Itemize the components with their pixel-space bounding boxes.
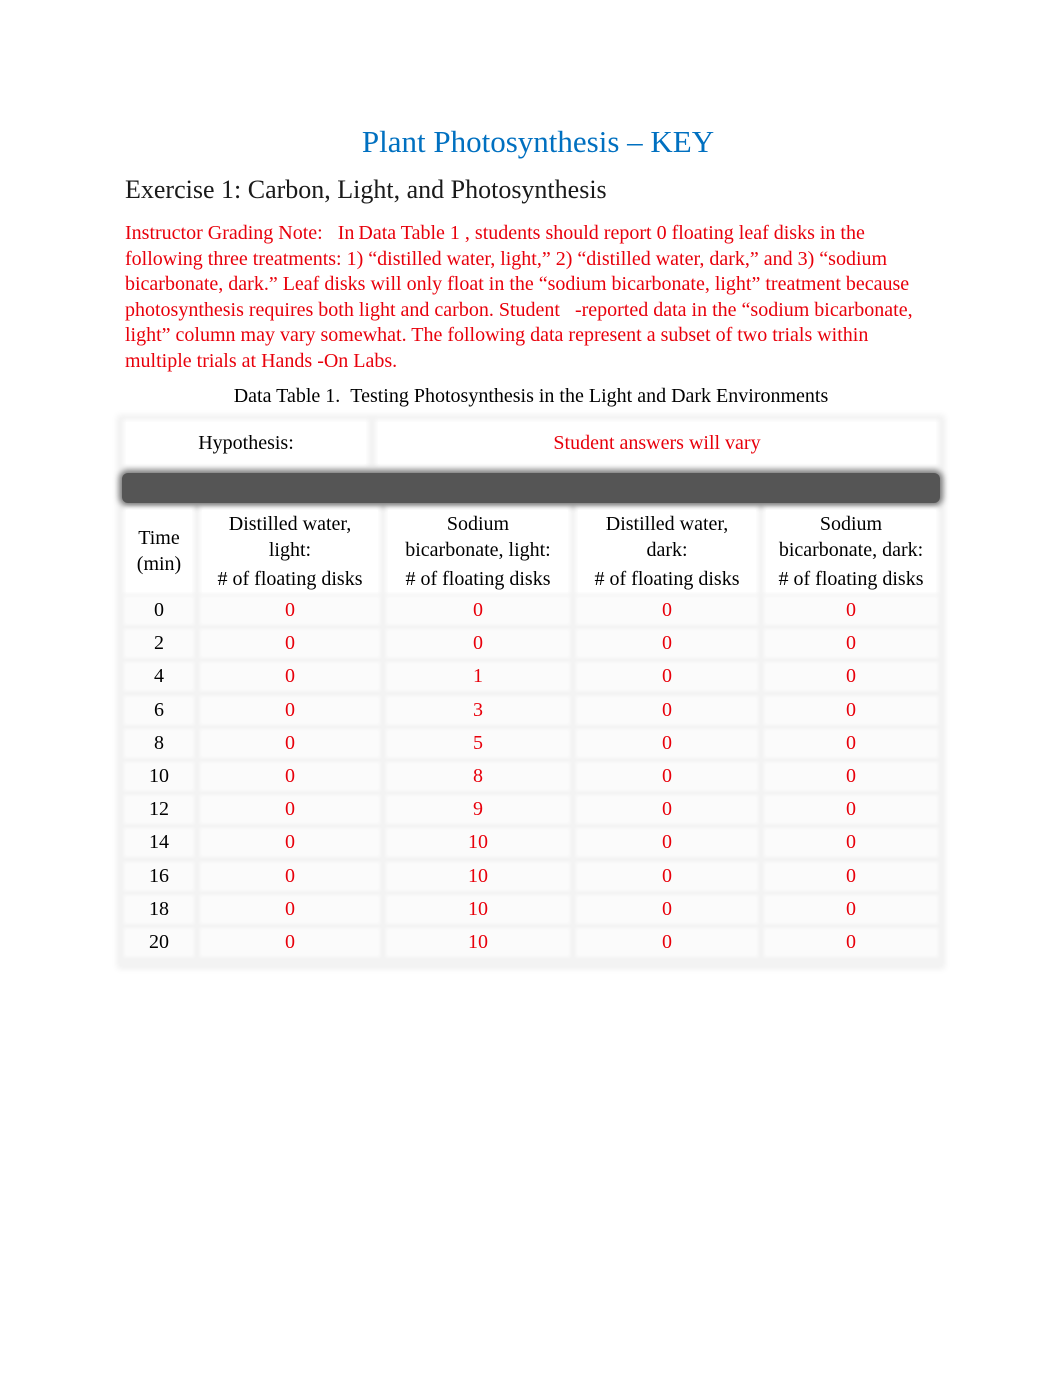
cell-distilled-light: 0 [202, 631, 378, 657]
cell-distilled-light: 0 [202, 730, 378, 756]
header-line: Distilled water, [228, 512, 352, 535]
header-line: # of floating disks [778, 567, 924, 590]
header-bicarbonate-light: Sodium bicarbonate, light: # of floating… [388, 510, 568, 592]
cell-distilled-dark: 0 [578, 830, 756, 856]
data-table-1: Hypothesis: Student answers will vary Ti… [120, 418, 942, 966]
hypothesis-label: Hypothesis: [126, 422, 366, 464]
table-row: 00000 [120, 594, 942, 627]
header-line: bicarbonate, light: [405, 538, 551, 561]
cell-time: 20 [126, 929, 192, 955]
table-row: 80500 [120, 727, 942, 760]
header-time: Time (min) [126, 510, 192, 592]
cell-distilled-light: 0 [202, 664, 378, 690]
exercise-heading: Exercise 1: Carbon, Light, and Photosynt… [125, 175, 607, 204]
cell-bicarbonate-dark: 0 [766, 797, 936, 823]
cell-distilled-dark: 0 [578, 697, 756, 723]
cell-distilled-light: 0 [202, 763, 378, 789]
cell-distilled-dark: 0 [578, 929, 756, 955]
cell-bicarbonate-dark: 0 [766, 896, 936, 922]
cell-time: 4 [126, 664, 192, 690]
cell-bicarbonate-light: 10 [388, 929, 568, 955]
cell-time: 6 [126, 697, 192, 723]
table-row: 60300 [120, 694, 942, 727]
cell-bicarbonate-dark: 0 [766, 598, 936, 623]
cell-bicarbonate-dark: 0 [766, 631, 936, 657]
cell-distilled-light: 0 [202, 896, 378, 922]
cell-bicarbonate-dark: 0 [766, 730, 936, 756]
header-bicarbonate-dark: Sodium bicarbonate, dark: # of floating … [766, 510, 936, 592]
header-line: # of floating disks [217, 567, 363, 590]
cell-distilled-light: 0 [202, 697, 378, 723]
cell-time: 12 [126, 797, 192, 823]
cell-bicarbonate-light: 0 [388, 631, 568, 657]
header-line: Distilled water, [605, 512, 729, 535]
cell-distilled-light: 0 [202, 863, 378, 889]
cell-time: 10 [126, 763, 192, 789]
cell-bicarbonate-dark: 0 [766, 697, 936, 723]
cell-distilled-dark: 0 [578, 730, 756, 756]
table-row: 16 0 10 0 0 [120, 860, 942, 893]
table-caption: Data Table 1. Testing Photosynthesis in … [233, 385, 829, 407]
cell-distilled-dark: 0 [578, 896, 756, 922]
cell-distilled-light: 0 [202, 830, 378, 856]
cell-time: 0 [126, 598, 192, 623]
cell-bicarbonate-light: 10 [388, 863, 568, 889]
cell-distilled-dark: 0 [578, 631, 756, 657]
cell-bicarbonate-light: 1 [388, 664, 568, 690]
cell-distilled-light: 0 [202, 929, 378, 955]
cell-bicarbonate-light: 5 [388, 730, 568, 756]
table-row: 10 0 8 0 0 [120, 760, 942, 793]
header-line: Sodium [819, 512, 883, 535]
cell-time: 2 [126, 631, 192, 657]
cell-bicarbonate-light: 10 [388, 896, 568, 922]
hypothesis-row: Hypothesis: Student answers will vary [120, 418, 942, 468]
header-line: dark: [646, 538, 688, 561]
cell-time: 18 [126, 896, 192, 922]
cell-time: 16 [126, 863, 192, 889]
cell-bicarbonate-dark: 0 [766, 664, 936, 690]
cell-bicarbonate-light: 9 [388, 797, 568, 823]
cell-bicarbonate-dark: 0 [766, 763, 936, 789]
page-title: Plant Photosynthesis – KEY [361, 124, 715, 159]
cell-distilled-light: 0 [202, 598, 378, 623]
table-row: 40100 [120, 660, 942, 693]
header-line: light: [268, 538, 312, 561]
cell-bicarbonate-light: 3 [388, 697, 568, 723]
instructor-grading-note: Instructor Grading Note: In Data Table 1… [125, 222, 913, 372]
header-distilled-dark: Distilled water, dark: # of floating dis… [578, 510, 756, 592]
cell-distilled-light: 0 [202, 797, 378, 823]
table-divider-bar [122, 473, 940, 503]
hypothesis-value: Student answers will vary [378, 422, 936, 464]
cell-bicarbonate-light: 8 [388, 763, 568, 789]
table-header-row: Time (min) Distilled water, light: # of … [120, 510, 942, 592]
table-row: 20 0 10 0 0 [120, 926, 942, 959]
cell-bicarbonate-dark: 0 [766, 863, 936, 889]
table-row: 18 0 10 0 0 [120, 893, 942, 926]
table-row: 14 0 10 0 0 [120, 826, 942, 859]
cell-distilled-dark: 0 [578, 763, 756, 789]
cell-distilled-dark: 0 [578, 664, 756, 690]
cell-bicarbonate-dark: 0 [766, 929, 936, 955]
header-line: (min) [136, 553, 182, 575]
cell-time: 8 [126, 730, 192, 756]
table-row: 12 0 9 0 0 [120, 793, 942, 826]
header-line: # of floating disks [594, 567, 740, 590]
header-line: bicarbonate, dark: [778, 538, 924, 561]
cell-time: 14 [126, 830, 192, 856]
table-body: 0 0 0 0 0 2 0 0 0 0 4 0 1 0 0 6 0 3 0 0 8 0 5 0 0 10 0 8 0 0 12 0 9 0 0 14 0… [120, 594, 942, 959]
table-row: 20000 [120, 627, 942, 660]
header-line: # of floating disks [405, 567, 551, 590]
header-distilled-light: Distilled water, light: # of floating di… [202, 510, 378, 592]
header-line: Time [138, 527, 180, 549]
cell-bicarbonate-light: 10 [388, 830, 568, 856]
cell-distilled-dark: 0 [578, 598, 756, 623]
cell-bicarbonate-dark: 0 [766, 830, 936, 856]
header-line: Sodium [446, 512, 510, 535]
cell-distilled-dark: 0 [578, 863, 756, 889]
cell-distilled-dark: 0 [578, 797, 756, 823]
cell-bicarbonate-light: 0 [388, 598, 568, 623]
